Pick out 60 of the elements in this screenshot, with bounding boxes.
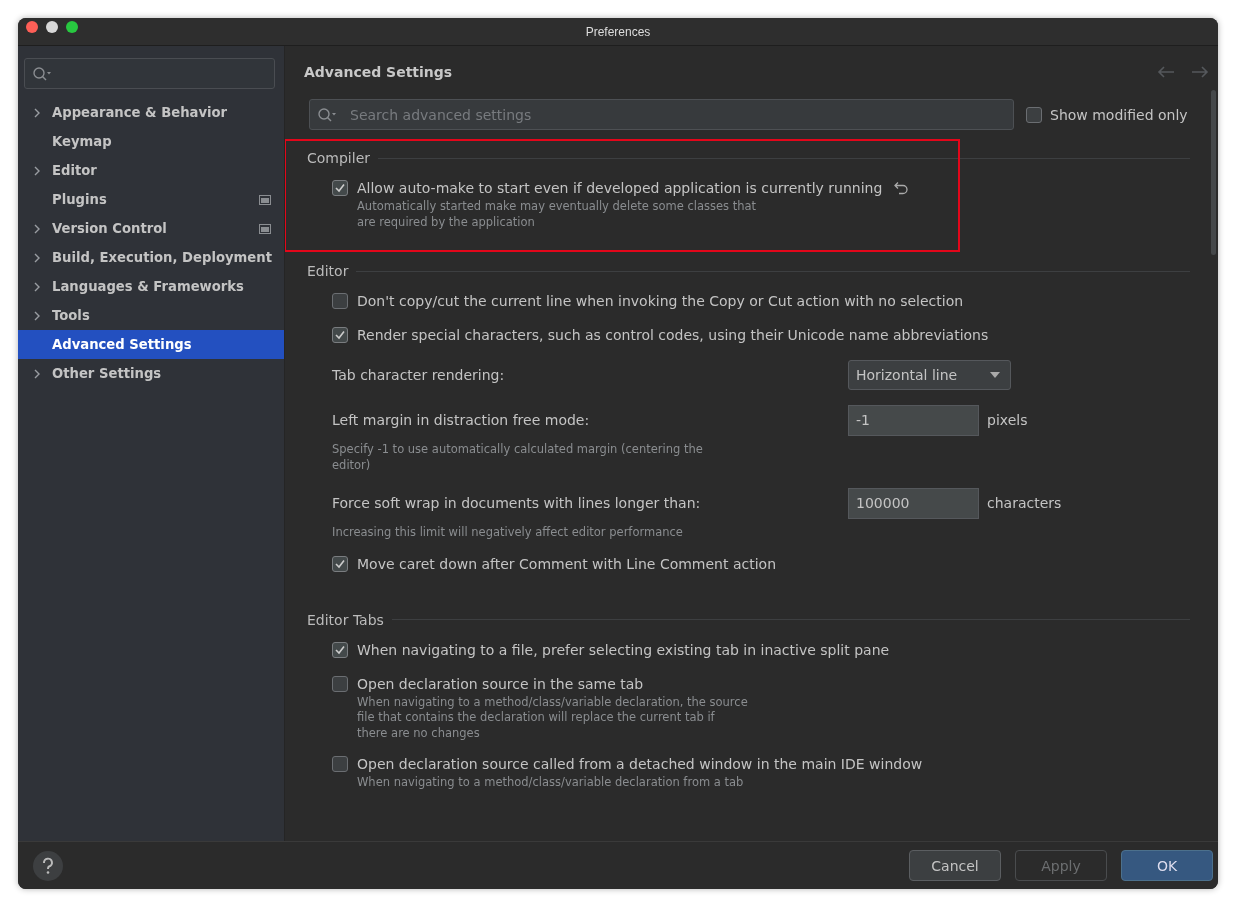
checkbox-label[interactable]: Allow auto-make to start even if developed application is currently running [357, 180, 883, 196]
sidebar-item[interactable]: Plugins [18, 185, 284, 214]
description-text: Increasing this limit will negatively affect editor performance [332, 525, 683, 541]
minimize-button[interactable] [46, 21, 58, 33]
unit-label: characters [987, 495, 1062, 511]
sidebar-item[interactable]: Keymap [18, 127, 284, 156]
question-mark-icon [41, 856, 55, 875]
description-text: are required by the application [357, 214, 535, 230]
checkbox-label[interactable]: Open declaration source in the same tab [357, 675, 644, 692]
description-text: When navigating to a method/class/variable declaration, the source [357, 694, 748, 710]
checkbox-label[interactable]: Open declaration source called from a detached window in the main IDE window [357, 756, 923, 772]
section-title: Editor Tabs [307, 611, 384, 628]
checkbox-label[interactable]: When navigating to a file, prefer selecting existing tab in inactive split pane [357, 641, 890, 658]
setting-label: Tab character rendering: [332, 367, 506, 383]
description-text: Automatically started make may eventually delete some classes that [357, 199, 757, 215]
close-button[interactable] [26, 21, 38, 33]
description-text: editor) [332, 457, 371, 473]
dropdown[interactable]: Horizontal line [848, 360, 1011, 390]
sidebar-item[interactable]: Version Control [18, 214, 284, 243]
section-title: Compiler [307, 150, 370, 166]
sidebar-item[interactable]: Other Settings [18, 359, 284, 388]
checkbox[interactable] [332, 641, 348, 658]
checkbox[interactable] [332, 756, 348, 772]
description-text: there are no changes [357, 725, 480, 741]
sidebar-item[interactable]: Editor [18, 156, 284, 185]
zoom-button[interactable] [66, 21, 78, 33]
description-text: When navigating to a method/class/variable declaration from a tab [357, 775, 744, 791]
sidebar-item[interactable]: Tools [18, 301, 284, 330]
dialog-button[interactable]: Cancel [909, 850, 1001, 881]
sidebar-item[interactable]: Build, Execution, Deployment [18, 243, 284, 272]
sidebar-item[interactable]: Advanced Settings [18, 330, 284, 359]
sidebar-item[interactable]: Languages & Frameworks [18, 272, 284, 301]
checkbox[interactable] [332, 675, 348, 692]
checkbox-label[interactable]: Show modified only [1050, 106, 1188, 123]
checkbox[interactable] [332, 555, 348, 572]
window-title: Preferences [585, 24, 651, 39]
page-title: Advanced Settings [304, 64, 453, 80]
description-text: file that contains the declaration will replace the current tab if [357, 710, 715, 726]
search-field[interactable]: Search advanced settings [309, 99, 1014, 130]
caret-icon [990, 372, 1000, 378]
section-title: Editor [307, 263, 349, 279]
number-field[interactable]: -1 [848, 404, 979, 436]
checkbox-label[interactable]: Don't copy/cut the current line when invoking the Copy or Cut action with no selection [357, 293, 964, 309]
setting-label: Left margin in distraction free mode: [332, 412, 591, 428]
checkbox-label[interactable]: Render special characters, such as control codes, using their Unicode name abbreviations [357, 327, 989, 343]
description-text: Specify -1 to use automatically calculated margin (centering the [332, 442, 703, 458]
checkbox[interactable] [332, 293, 348, 309]
scrollbar[interactable] [1211, 90, 1216, 255]
setting-label: Force soft wrap in documents with lines longer than: [332, 495, 702, 511]
dialog-button[interactable]: OK [1121, 850, 1213, 881]
unit-label: pixels [987, 412, 1028, 428]
sidebar-item[interactable]: Appearance & Behavior [18, 98, 284, 127]
checkbox[interactable] [332, 180, 348, 196]
help-button[interactable] [33, 850, 63, 881]
checkbox[interactable] [1026, 106, 1042, 123]
checkbox[interactable] [332, 327, 348, 343]
checkbox-label[interactable]: Move caret down after Comment with Line Comment action [357, 555, 777, 572]
reset-icon[interactable] [893, 181, 910, 195]
search-field[interactable] [24, 58, 275, 89]
number-field[interactable]: 100000 [848, 487, 979, 519]
